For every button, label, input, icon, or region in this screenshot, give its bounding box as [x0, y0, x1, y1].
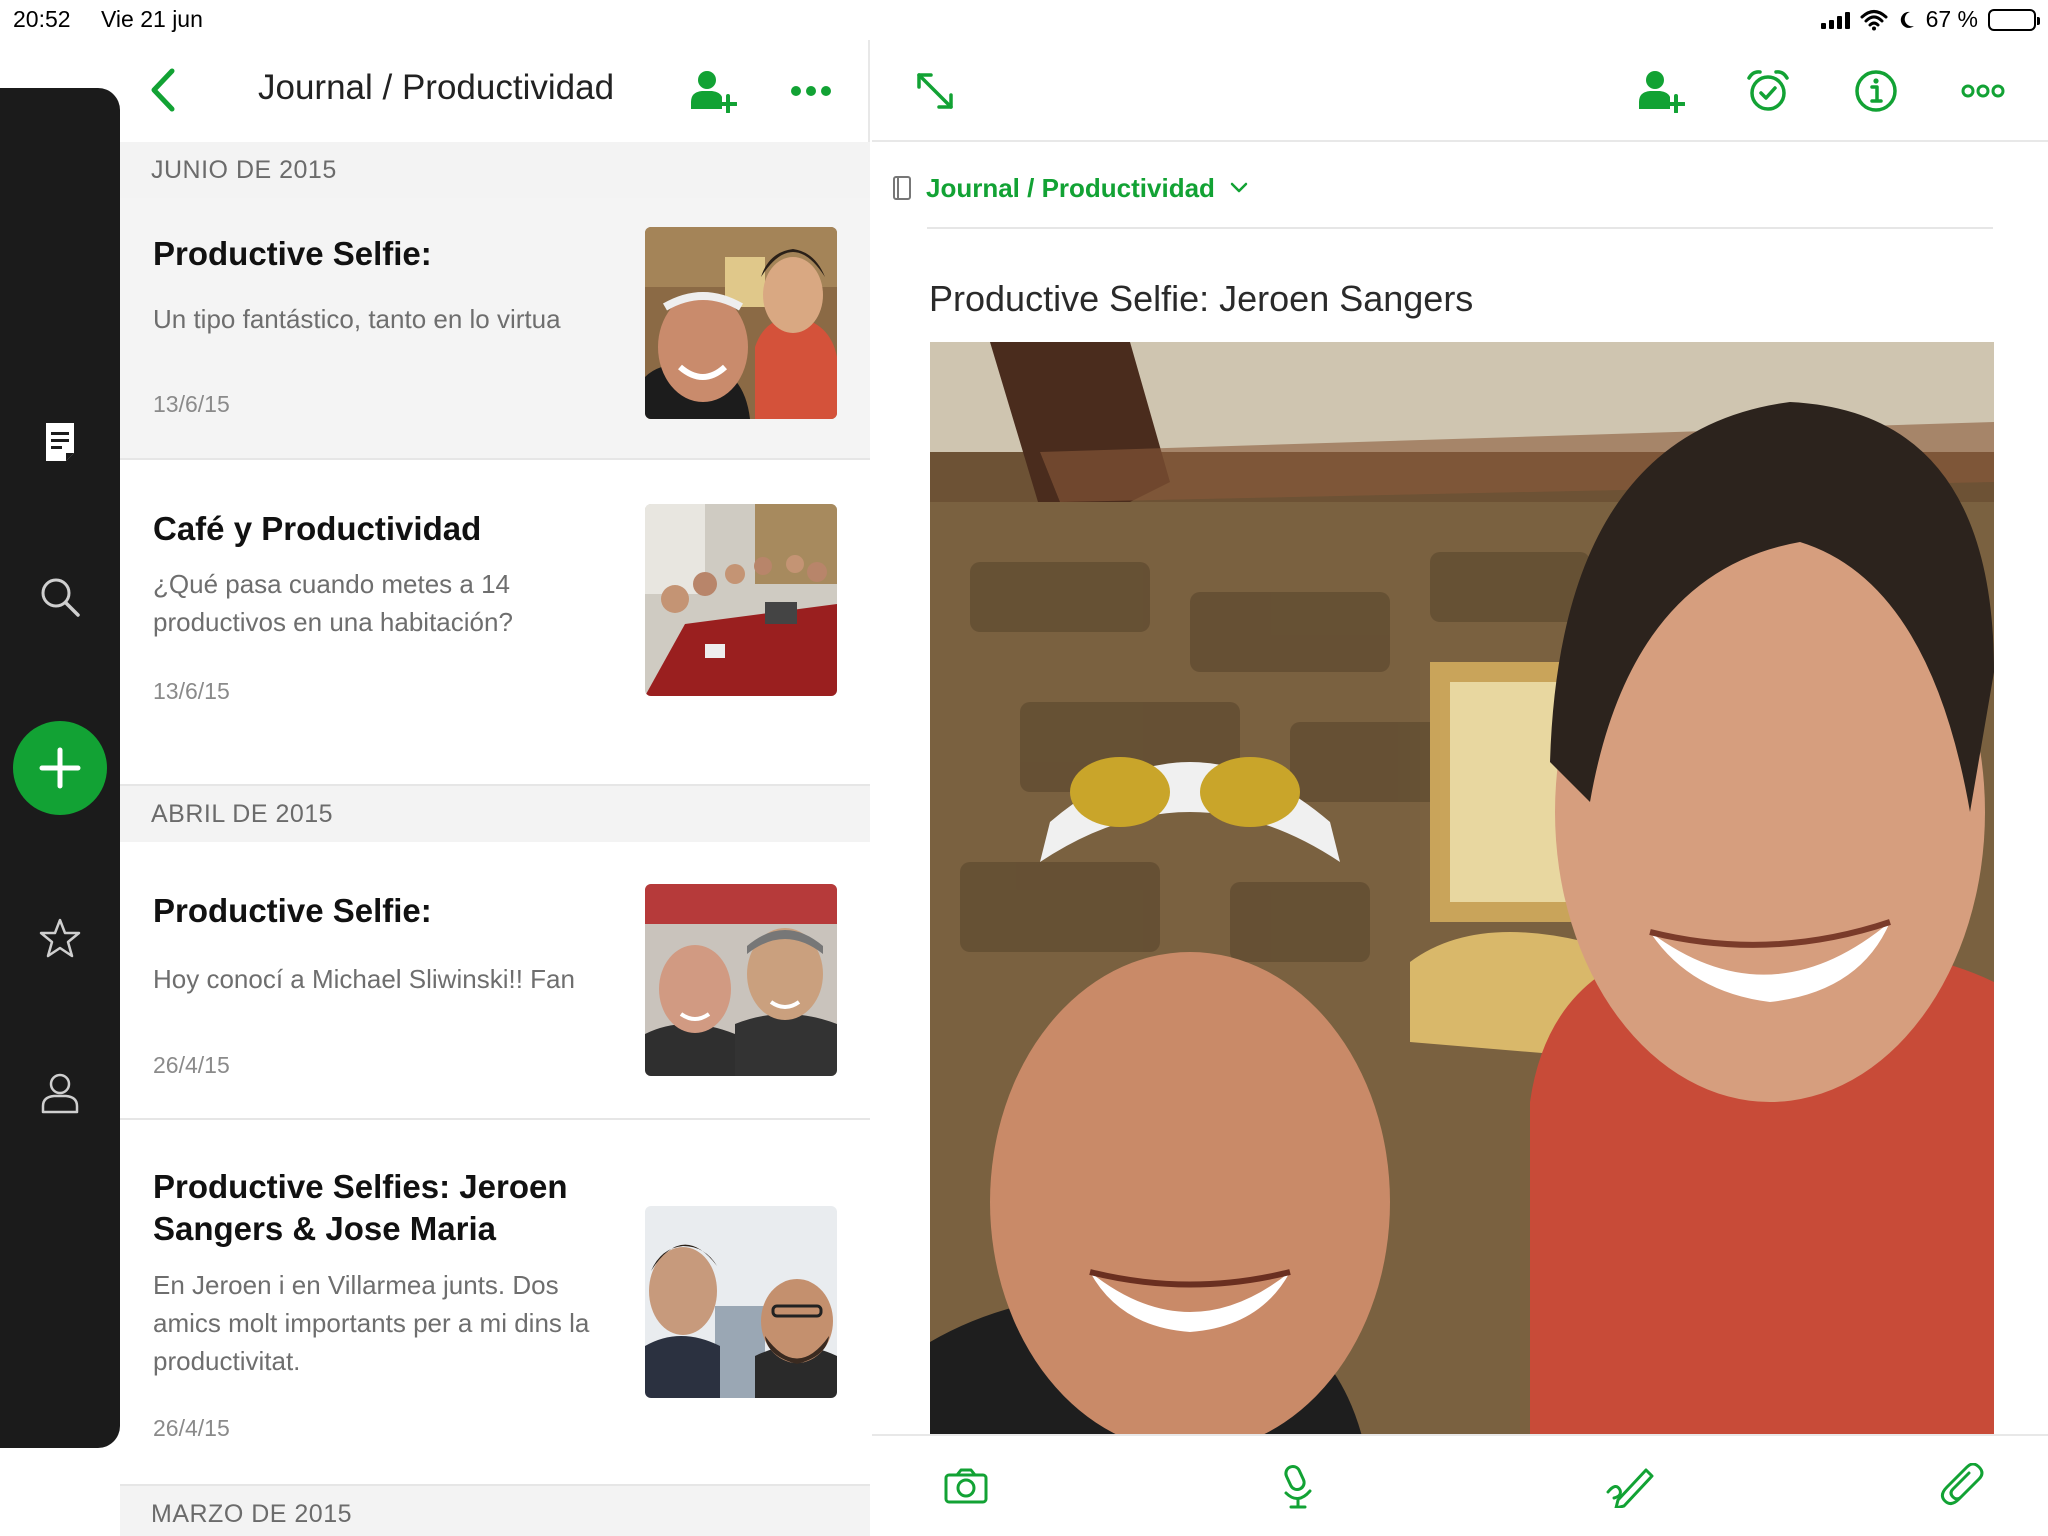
user-icon — [41, 1073, 79, 1114]
camera-button[interactable] — [936, 1456, 996, 1516]
note-title: Productive Selfies: Jeroen Sangers & Jos… — [153, 1168, 568, 1247]
nav-account-button[interactable] — [30, 1063, 90, 1123]
alarm-clock-icon — [1747, 70, 1789, 111]
notebook-icon — [893, 176, 911, 200]
nav-search-button[interactable] — [30, 567, 90, 627]
plus-icon — [39, 747, 81, 789]
note-date: 13/6/15 — [153, 391, 230, 417]
status-date: Vie 21 jun — [101, 6, 203, 32]
note-thumbnail — [645, 1206, 837, 1398]
list-more-button[interactable] — [784, 64, 838, 118]
note-list-item[interactable]: Café y Productividad ¿Qué pasa cuando me… — [120, 460, 870, 786]
note-list-item[interactable]: Productive Selfie: Hoy conocí a Michael … — [120, 842, 870, 1120]
expand-icon — [917, 73, 953, 109]
note-snippet: Un tipo fantástico, tanto en lo virtua — [153, 304, 561, 334]
divider — [927, 227, 1993, 229]
note-icon — [46, 423, 74, 461]
status-indicators: 67 % — [1820, 6, 2040, 33]
moon-icon — [1900, 11, 1914, 28]
battery-percentage: 67 % — [1925, 6, 1978, 32]
note-title-field[interactable]: Productive Selfie: Jeroen Sangers — [929, 278, 1473, 320]
expand-button[interactable] — [906, 62, 964, 120]
note-snippet: ¿Qué pasa cuando metes a 14 productivos … — [153, 569, 513, 637]
notebook-title: Journal / Productividad — [258, 68, 615, 107]
note-date: 26/4/15 — [153, 1052, 230, 1078]
audio-button[interactable] — [1268, 1456, 1328, 1516]
status-bar: 20:52 Vie 21 jun 67 % — [0, 0, 2048, 40]
section-header: MARZO DE 2015 — [120, 1486, 870, 1536]
wifi-icon — [1860, 9, 1888, 30]
note-thumbnail — [645, 504, 837, 696]
nav-rail — [0, 88, 120, 1448]
notebook-selector[interactable]: Journal / Productividad — [892, 168, 1249, 208]
more-dots-icon — [791, 86, 831, 96]
note-list-item[interactable]: Productive Selfie: Un tipo fantástico, t… — [120, 198, 870, 460]
note-date: 13/6/15 — [153, 678, 230, 704]
note-more-button[interactable] — [1954, 62, 2012, 120]
cellular-signal-icon — [1820, 11, 1850, 29]
battery-icon — [1988, 8, 2040, 31]
note-date: 26/4/15 — [153, 1415, 230, 1441]
microphone-icon — [1284, 1464, 1312, 1509]
more-dots-icon — [1961, 84, 2005, 98]
section-header: JUNIO DE 2015 — [120, 142, 870, 198]
note-list-item[interactable]: Productive Selfies: Jeroen Sangers & Jos… — [120, 1120, 870, 1486]
note-toolbar — [872, 40, 2048, 142]
note-title: Productive Selfie: — [153, 235, 432, 272]
add-user-icon — [691, 71, 737, 113]
note-title: Productive Selfie: — [153, 892, 432, 929]
back-button[interactable] — [142, 65, 186, 115]
note-thumbnail — [645, 227, 837, 419]
nav-notes-button[interactable] — [30, 412, 90, 472]
note-thumbnail — [645, 884, 837, 1076]
share-note-button[interactable] — [1632, 62, 1690, 120]
new-note-button[interactable] — [13, 721, 107, 815]
share-notebook-button[interactable] — [686, 64, 740, 118]
note-list-panel: Journal / Productividad JUNIO DE 2015 Pr… — [120, 40, 870, 1536]
chevron-left-icon — [151, 68, 175, 112]
chevron-down-icon — [1230, 182, 1248, 193]
note-image[interactable] — [930, 342, 1994, 1476]
note-editor-toolbar — [872, 1434, 2048, 1536]
info-icon — [1855, 70, 1897, 112]
nav-shortcuts-button[interactable] — [30, 908, 90, 968]
camera-icon — [944, 1468, 988, 1504]
note-detail-pane: Journal / Productividad Productive Selfi… — [872, 40, 2048, 1536]
section-header: ABRIL DE 2015 — [120, 786, 870, 842]
search-icon — [41, 578, 80, 617]
sketch-button[interactable] — [1600, 1456, 1660, 1516]
reminder-button[interactable] — [1739, 62, 1797, 120]
notebook-name: Journal / Productividad — [926, 172, 1215, 203]
add-user-icon — [1639, 71, 1685, 113]
paperclip-icon — [1940, 1463, 1984, 1506]
note-snippet: Hoy conocí a Michael Sliwinski!! Fan — [153, 964, 575, 994]
note-info-button[interactable] — [1847, 62, 1905, 120]
note-title: Café y Productividad — [153, 510, 482, 547]
star-icon — [39, 918, 81, 958]
pen-icon — [1606, 1468, 1654, 1508]
attachment-button[interactable] — [1932, 1456, 1992, 1516]
note-list-header: Journal / Productividad — [120, 40, 870, 142]
note-snippet: En Jeroen i en Villarmea junts. Dos amic… — [153, 1270, 590, 1376]
status-time: 20:52 — [13, 6, 71, 32]
